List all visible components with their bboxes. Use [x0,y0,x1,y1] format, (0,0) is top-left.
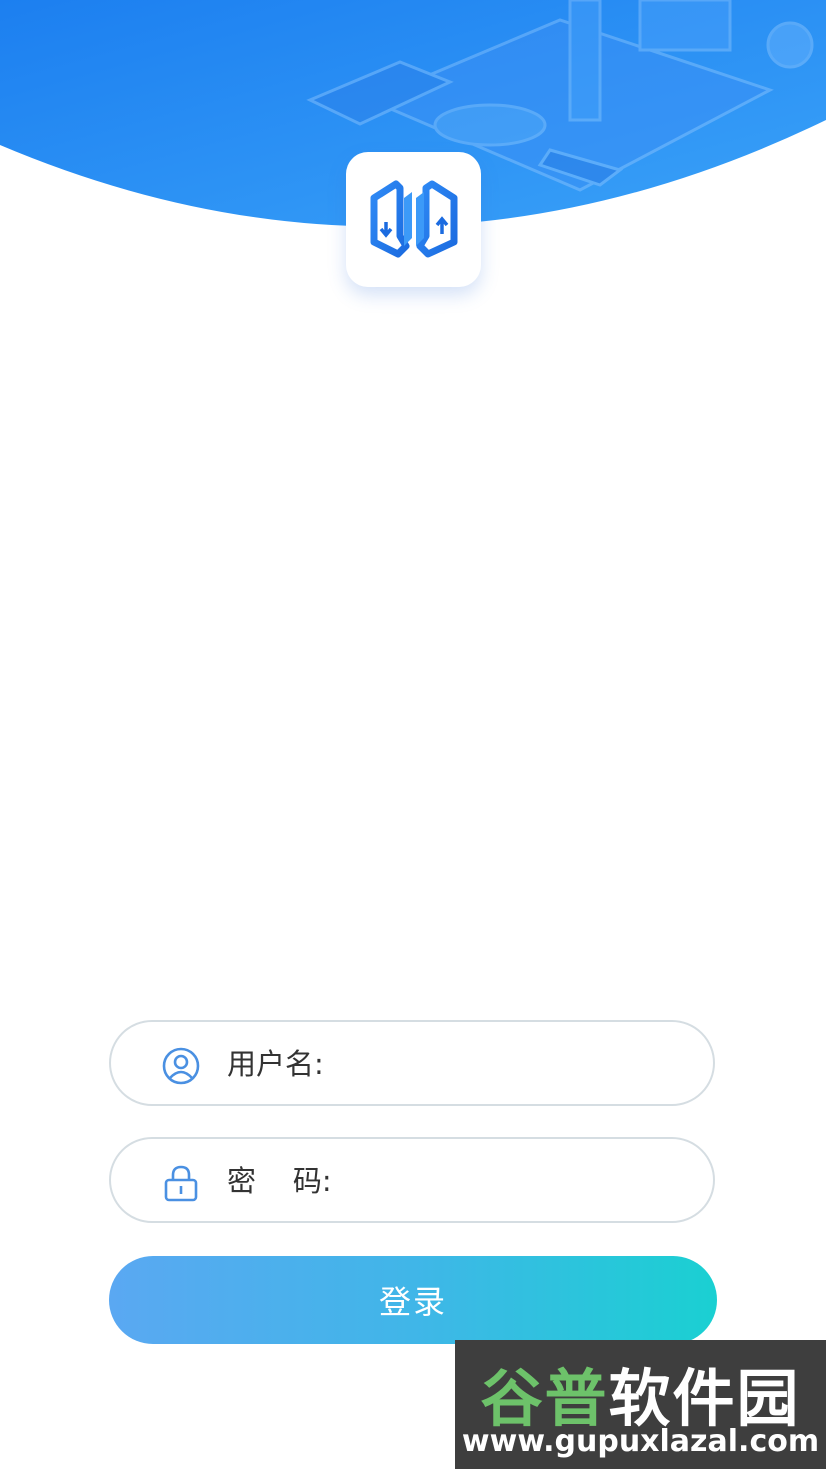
password-field[interactable]: 密 码: [109,1137,715,1223]
password-input[interactable] [351,1157,685,1207]
lock-icon [164,1165,198,1202]
username-field[interactable]: 用户名: [109,1020,715,1106]
password-label: 密 码: [227,1164,332,1198]
login-button[interactable]: 登录 [109,1256,717,1344]
watermark-url: www.gupuxlazal.com [461,1424,820,1459]
user-circle-icon [162,1047,200,1085]
app-logo [346,152,481,287]
app-logo-icon [370,180,457,257]
watermark: 谷普软件园 www.gupuxlazal.com [455,1340,826,1469]
username-label: 用户名: [227,1047,324,1081]
username-input[interactable] [351,1040,685,1090]
